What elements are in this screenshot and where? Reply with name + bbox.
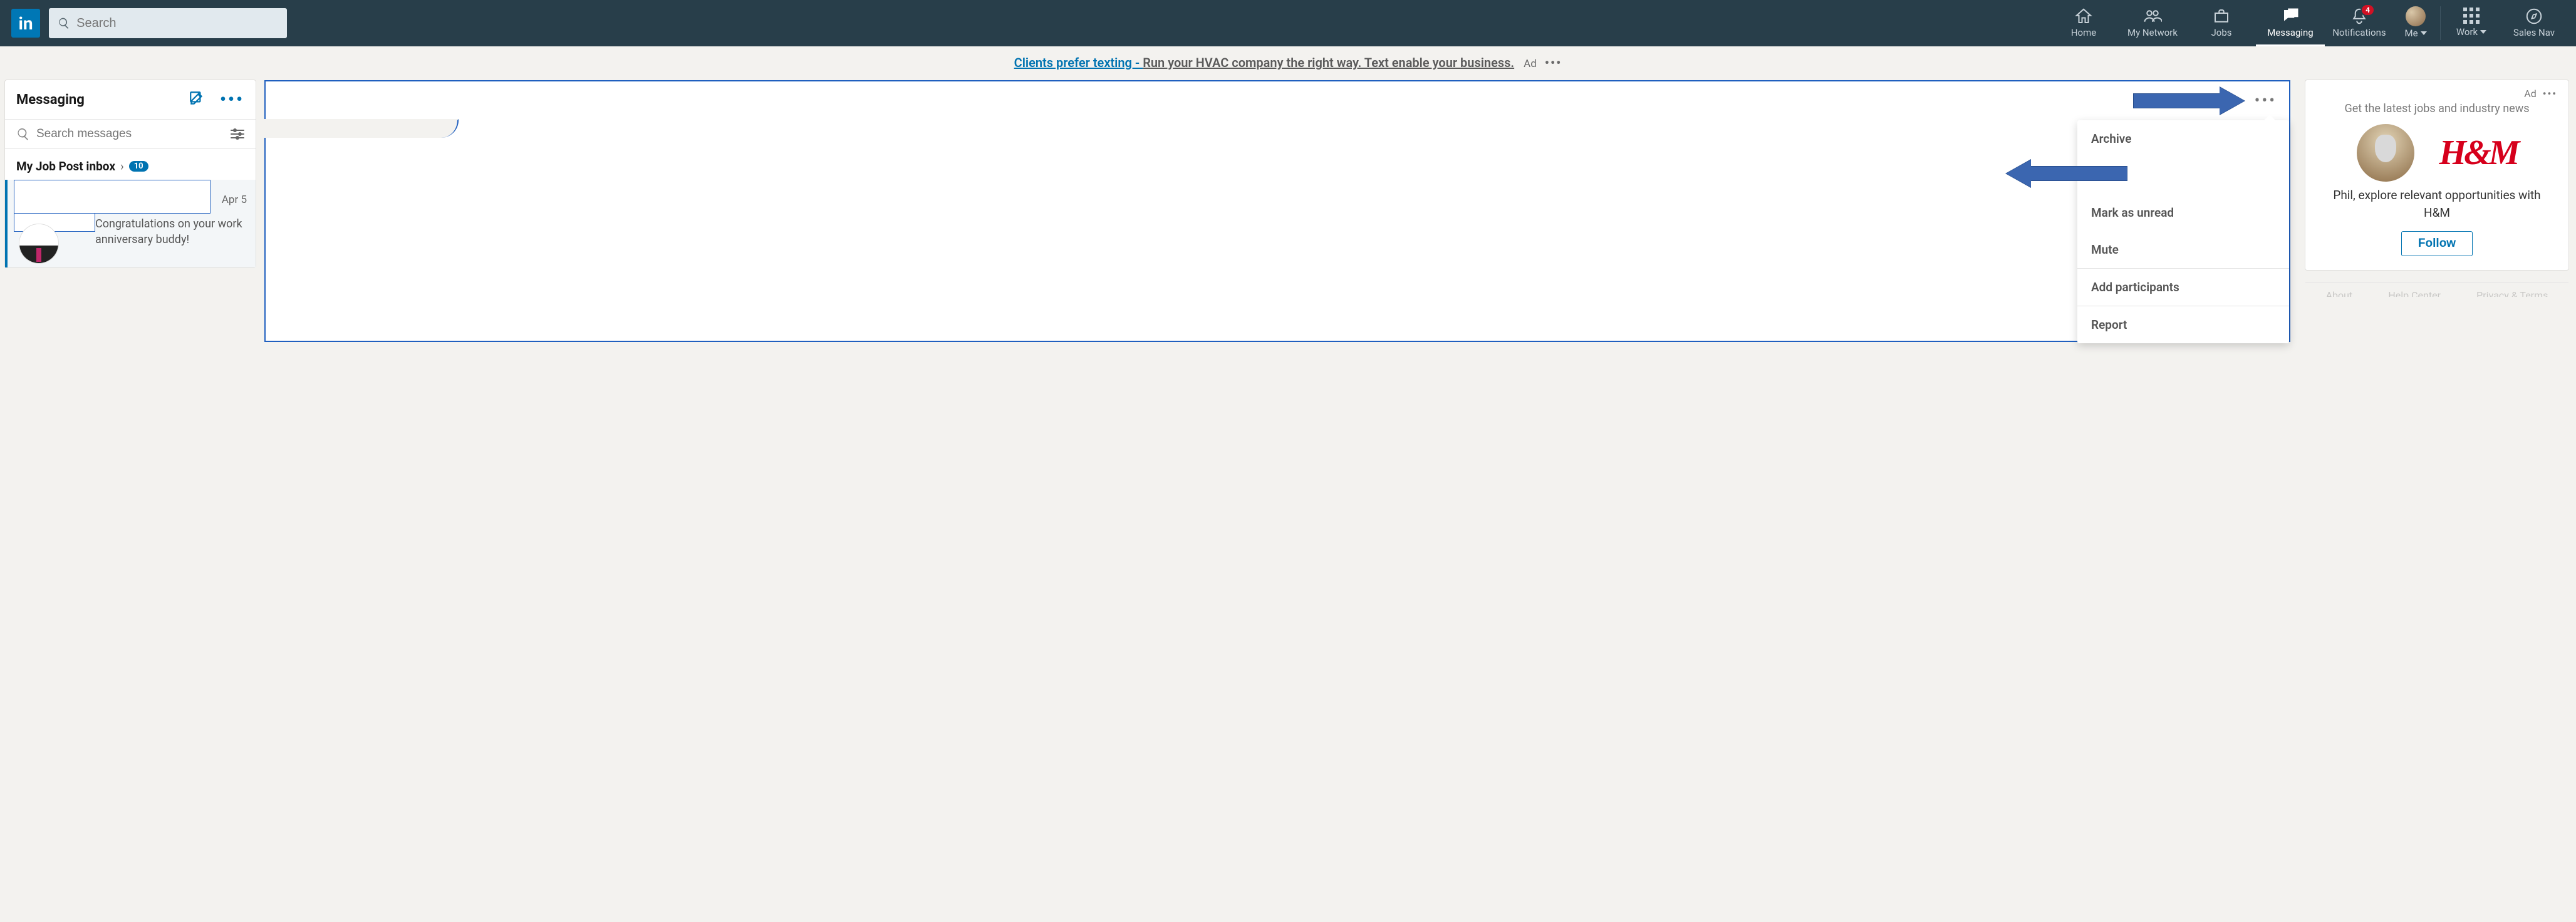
menu-mute[interactable]: Mute [2077, 231, 2289, 268]
conversation-pane: ••• Archive Delete Mark as unread Mute A… [264, 80, 2290, 342]
ad-link-2[interactable]: Run your HVAC company the right way. Tex… [1143, 55, 1514, 70]
right-divider [2305, 282, 2568, 283]
annotation-arrow-to-more [2133, 87, 2246, 115]
follow-button[interactable]: Follow [2401, 231, 2473, 256]
nav-notifications-label: Notifications [2332, 27, 2386, 38]
annotation-frame: ••• Archive Delete Mark as unread Mute A… [264, 80, 2290, 342]
footer-privacy[interactable]: Privacy & Terms [2476, 289, 2548, 297]
filter-icon[interactable] [231, 130, 244, 138]
sponsored-text: Phil, explore relevant opportunities wit… [2323, 187, 2551, 221]
caret-down-icon [2480, 30, 2486, 34]
network-icon [2143, 7, 2162, 26]
redacted-name [14, 180, 210, 214]
nav-jobs[interactable]: Jobs [2187, 0, 2256, 46]
sponsored-card: Ad ••• Get the latest jobs and industry … [2305, 80, 2568, 270]
nav-network[interactable]: My Network [2118, 0, 2187, 46]
sponsored-text-line1: Phil, explore relevant opportunities wit… [2333, 188, 2540, 202]
sponsored-ad-label: Ad [2524, 88, 2536, 100]
nav-home-label: Home [2071, 27, 2096, 38]
conversation-more-button[interactable]: ••• [2255, 91, 2277, 110]
nav-items: Home My Network Jobs Messaging 4 Notific… [2049, 0, 2568, 46]
nav-me[interactable]: Me [2394, 0, 2438, 46]
right-rail: Ad ••• Get the latest jobs and industry … [2305, 80, 2568, 297]
ad-menu-icon[interactable]: ••• [1545, 55, 1562, 70]
menu-archive[interactable]: Archive [2077, 120, 2289, 157]
notifications-badge: 4 [2360, 4, 2375, 16]
linkedin-logo[interactable]: in [11, 9, 40, 38]
conversation-more-menu: Archive Delete Mark as unread Mute Add p… [2077, 120, 2289, 343]
nav-divider [2440, 6, 2441, 40]
nav-sales[interactable]: Sales Nav [2500, 0, 2568, 46]
home-icon [2074, 7, 2093, 26]
compass-icon [2525, 7, 2543, 26]
sponsored-text-line2: H&M [2424, 205, 2450, 220]
menu-add-participants[interactable]: Add participants [2077, 268, 2289, 306]
job-post-label: My Job Post inbox [16, 159, 115, 174]
messaging-icon [2281, 7, 2300, 26]
compose-button[interactable] [189, 90, 205, 109]
conversation-date: Apr 5 [222, 194, 247, 206]
messaging-title: Messaging [16, 92, 85, 108]
messaging-sidebar: Messaging ••• My Job Post inbox › 10 Apr… [5, 80, 256, 267]
me-avatar-icon [2406, 6, 2426, 26]
caret-down-icon [2421, 31, 2427, 35]
nav-network-label: My Network [2127, 27, 2178, 38]
footer-about[interactable]: About [2326, 289, 2353, 297]
ad-label: Ad [1524, 58, 1537, 70]
messaging-header: Messaging ••• [5, 80, 256, 120]
ad-banner: Clients prefer texting - Run your HVAC c… [0, 46, 2576, 76]
nav-notifications[interactable]: 4 Notifications [2325, 0, 2394, 46]
nav-messaging[interactable]: Messaging [2256, 0, 2325, 46]
nav-messaging-label: Messaging [2267, 27, 2313, 38]
footer-links: About Help Center Privacy & Terms [2305, 289, 2568, 297]
nav-work[interactable]: Work [2443, 0, 2500, 46]
messaging-more-icon[interactable]: ••• [220, 96, 244, 103]
compose-icon [189, 90, 205, 106]
messages-search-input[interactable] [36, 127, 231, 141]
chevron-right-icon: › [120, 159, 124, 174]
menu-mark-unread[interactable]: Mark as unread [2077, 194, 2289, 231]
nav-work-label: Work [2456, 26, 2478, 38]
brand-logo: H&M [2439, 133, 2518, 173]
messages-search[interactable] [5, 120, 256, 149]
nav-home[interactable]: Home [2049, 0, 2118, 46]
nav-jobs-label: Jobs [2211, 27, 2232, 38]
nav-sales-label: Sales Nav [2513, 27, 2555, 38]
main-layout: Messaging ••• My Job Post inbox › 10 Apr… [0, 76, 2576, 342]
search-icon [58, 16, 70, 30]
top-nav: in Home My Network Jobs Messaging 4 Noti… [0, 0, 2576, 46]
job-post-inbox-link[interactable]: My Job Post inbox › 10 [5, 149, 256, 180]
search-icon [16, 127, 30, 141]
sponsored-tagline: Get the latest jobs and industry news [2317, 102, 2557, 115]
conversation-item[interactable]: Apr 5 Congratulations on your work anniv… [5, 180, 256, 267]
sponsored-menu-icon[interactable]: ••• [2543, 88, 2557, 100]
job-post-count: 10 [129, 161, 148, 172]
nav-me-label: Me [2404, 28, 2418, 39]
global-search-input[interactable] [76, 16, 278, 31]
sponsored-avatar-icon [2357, 124, 2414, 182]
footer-help[interactable]: Help Center [2388, 289, 2441, 297]
apps-grid-icon [2463, 8, 2480, 24]
sender-avatar-icon [19, 224, 59, 264]
menu-report[interactable]: Report [2077, 306, 2289, 343]
menu-delete[interactable]: Delete [2077, 157, 2289, 194]
jobs-icon [2212, 7, 2231, 26]
global-search[interactable] [49, 8, 287, 38]
ad-link-1[interactable]: Clients prefer texting - [1014, 55, 1143, 70]
